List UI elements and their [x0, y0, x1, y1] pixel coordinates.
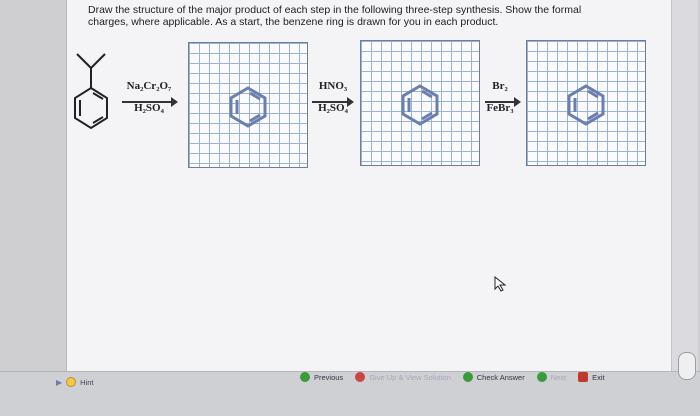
benzene-ring-icon [567, 84, 605, 126]
exit-icon [578, 372, 589, 382]
previous-icon [300, 372, 310, 382]
lightbulb-icon [66, 377, 77, 387]
product2-drawing-area[interactable] [360, 40, 480, 166]
step3-arrow [485, 97, 521, 107]
step1-arrow [122, 97, 178, 107]
step2-reagents: HNO₃ H₂SO₄ [303, 80, 363, 114]
check-answer-label: Check Answer [476, 372, 525, 382]
previous-button[interactable]: Previous [300, 372, 343, 382]
check-answer-button[interactable]: Check Answer [462, 372, 525, 382]
give-up-button[interactable]: Give Up & View Solution [355, 372, 451, 382]
step2-arrow [312, 97, 354, 107]
question-text: Draw the structure of the major product … [88, 4, 648, 28]
question-line-1: Draw the structure of the major product … [88, 4, 582, 16]
hint-toggle[interactable]: ▶ Hint [56, 377, 94, 387]
vertical-scrollbar[interactable] [671, 0, 698, 372]
step2-reagent-bottom: H₂SO₄ [318, 102, 348, 114]
product3-drawing-area[interactable] [526, 40, 646, 166]
starting-material-structure [74, 53, 108, 130]
hint-label: Hint [80, 377, 94, 387]
product1-drawing-area[interactable] [188, 42, 308, 168]
step3-reagent-top: Br₂ [492, 80, 508, 92]
action-button-bar: Previous Give Up & View Solution Check A… [300, 369, 605, 385]
question-line-2: charges, where applicable. As a start, t… [88, 16, 499, 28]
check-icon [462, 372, 473, 382]
next-button[interactable]: Next [536, 372, 567, 382]
expand-arrow-icon: ▶ [56, 377, 63, 387]
benzene-ring-icon [229, 86, 267, 128]
previous-label: Previous [314, 372, 344, 382]
scrollbar-thumb[interactable] [678, 352, 696, 380]
give-up-label: Give Up & View Solution [369, 372, 451, 382]
step1-reagent-top: Na₂Cr₂O₇ [126, 80, 172, 92]
give-up-icon [355, 372, 366, 382]
next-label: Next [550, 372, 567, 382]
benzene-ring-icon [401, 84, 439, 126]
next-icon [536, 372, 547, 382]
exit-button[interactable]: Exit [578, 372, 605, 382]
mouse-cursor-icon [494, 276, 507, 292]
step2-reagent-top: HNO₃ [318, 80, 348, 92]
exit-label: Exit [592, 372, 605, 382]
